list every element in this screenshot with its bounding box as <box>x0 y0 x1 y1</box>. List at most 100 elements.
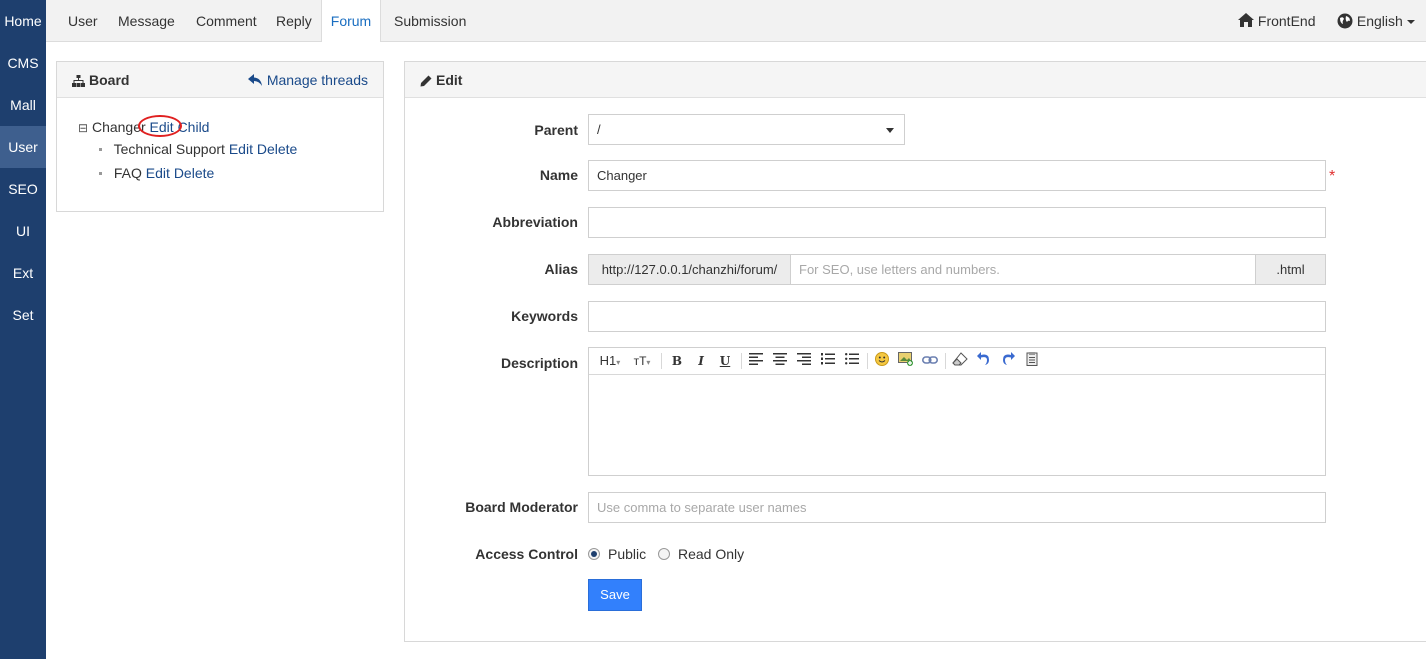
link-icon[interactable] <box>921 352 939 370</box>
leftnav-cms[interactable]: CMS <box>0 42 46 84</box>
leftnav-ext[interactable]: Ext <box>0 252 46 294</box>
leftnav-ui[interactable]: UI <box>0 210 46 252</box>
sitemap-icon <box>72 75 85 87</box>
root-edit-link[interactable]: Edit <box>137 115 182 137</box>
highlight-circle <box>137 115 182 137</box>
tree-item-name: Technical Support <box>113 141 225 157</box>
alias-prefix: http://127.0.0.1/chanzhi/forum/ <box>588 254 791 285</box>
ordered-list-icon[interactable] <box>819 352 837 370</box>
globe-icon <box>1337 13 1353 29</box>
tree-item-name: FAQ <box>113 165 142 181</box>
tab-comment[interactable]: Comment <box>196 0 257 42</box>
language-dropdown[interactable]: English <box>1337 0 1415 42</box>
bullet-icon <box>99 148 102 151</box>
tab-reply[interactable]: Reply <box>276 0 312 42</box>
reply-icon <box>247 74 262 86</box>
bullet-list-icon[interactable] <box>843 352 861 370</box>
heading-label: H1 <box>599 353 617 368</box>
readonly-radio[interactable] <box>658 548 670 560</box>
editor-toolbar: H1▾ тT▾ B I U <box>589 348 1325 375</box>
moderator-input[interactable]: Use comma to separate user names <box>588 492 1326 523</box>
caret-down-icon <box>886 128 894 133</box>
font-size-button[interactable]: тT▾ <box>629 352 655 370</box>
edit-panel-header: Edit <box>405 62 1426 98</box>
name-input[interactable]: Changer <box>588 160 1326 191</box>
alias-label: Alias <box>544 261 578 277</box>
parent-label: Parent <box>534 122 578 138</box>
description-textarea[interactable] <box>589 375 1325 475</box>
manage-threads-label: Manage threads <box>266 72 368 88</box>
heading-button[interactable]: H1▾ <box>597 352 623 370</box>
align-right-icon[interactable] <box>795 352 813 370</box>
italic-button[interactable]: I <box>693 352 709 370</box>
leftnav-user[interactable]: User <box>0 126 46 168</box>
emoticon-icon[interactable] <box>873 352 891 370</box>
moderator-label: Board Moderator <box>465 499 578 515</box>
tree-item-edit-link[interactable]: Edit <box>229 141 253 157</box>
leftnav-mall[interactable]: Mall <box>0 84 46 126</box>
caret-down-icon <box>1406 20 1415 24</box>
tree-item-edit-link[interactable]: Edit <box>146 165 170 181</box>
image-icon[interactable] <box>897 352 915 370</box>
edit-title-text: Edit <box>436 72 463 88</box>
board-title-text: Board <box>89 72 130 88</box>
board-panel-header: Board Manage threads <box>57 62 383 98</box>
description-editor: H1▾ тT▾ B I U <box>588 347 1326 476</box>
tree-root: ⊟ Changer Edit Child <box>78 115 210 137</box>
align-center-icon[interactable] <box>771 352 789 370</box>
public-radio-label: Public <box>608 546 647 562</box>
tree-item-delete-link[interactable]: Delete <box>174 165 214 181</box>
leftnav-home[interactable]: Home <box>0 0 46 42</box>
parent-select-value: / <box>597 122 601 137</box>
redo-icon[interactable] <box>999 352 1017 370</box>
undo-icon[interactable] <box>975 352 993 370</box>
manage-threads-link[interactable]: Manage threads <box>247 72 368 88</box>
board-panel: Board Manage threads ⊟ Changer Edit Chil… <box>56 61 384 212</box>
abbreviation-label: Abbreviation <box>492 214 578 230</box>
leftnav-set[interactable]: Set <box>0 294 46 336</box>
save-button[interactable]: Save <box>588 579 642 611</box>
language-label: English <box>1356 13 1403 29</box>
bold-button[interactable]: B <box>669 352 685 370</box>
parent-select[interactable]: / <box>588 114 905 145</box>
public-radio[interactable] <box>588 548 600 560</box>
tab-submission[interactable]: Submission <box>394 0 466 42</box>
name-label: Name <box>539 167 578 183</box>
keywords-label: Keywords <box>511 308 578 324</box>
leftnav-seo[interactable]: SEO <box>0 168 46 210</box>
edit-title: Edit <box>420 72 462 88</box>
left-nav: Home CMS Mall User SEO UI Ext Set <box>0 0 46 659</box>
abbreviation-input[interactable] <box>588 207 1326 238</box>
tab-forum[interactable]: Forum <box>321 0 381 42</box>
font-size-label: тT <box>633 354 647 368</box>
required-mark: * <box>1329 168 1336 185</box>
tab-user[interactable]: User <box>68 0 98 42</box>
align-left-icon[interactable] <box>747 352 765 370</box>
tree-item-delete-link[interactable]: Delete <box>257 141 297 157</box>
root-child-link[interactable]: Child <box>178 119 210 135</box>
frontend-link[interactable]: FrontEnd <box>1238 0 1315 42</box>
frontend-label: FrontEnd <box>1257 13 1316 29</box>
toolbar-divider <box>867 353 868 369</box>
collapse-icon[interactable]: ⊟ <box>78 121 88 135</box>
top-nav: User Message Comment Reply Forum Submiss… <box>46 0 1426 42</box>
bullet-icon <box>99 172 102 175</box>
pencil-icon <box>420 75 432 87</box>
toolbar-divider <box>661 353 662 369</box>
underline-button[interactable]: U <box>717 352 733 370</box>
toolbar-divider <box>945 353 946 369</box>
tab-message[interactable]: Message <box>118 0 175 42</box>
paste-icon[interactable] <box>1023 352 1041 370</box>
tree-item: FAQ Edit Delete <box>99 165 214 181</box>
tree-item: Technical Support Edit Delete <box>99 141 297 157</box>
alias-input[interactable]: For SEO, use letters and numbers. <box>790 254 1256 285</box>
description-label: Description <box>500 355 578 371</box>
eraser-icon[interactable] <box>951 352 969 370</box>
keywords-input[interactable] <box>588 301 1326 332</box>
toolbar-divider <box>741 353 742 369</box>
board-title: Board <box>72 72 129 88</box>
home-icon <box>1238 13 1254 27</box>
readonly-radio-label: Read Only <box>678 546 745 562</box>
alias-suffix: .html <box>1255 254 1326 285</box>
access-control-label: Access Control <box>475 546 578 562</box>
